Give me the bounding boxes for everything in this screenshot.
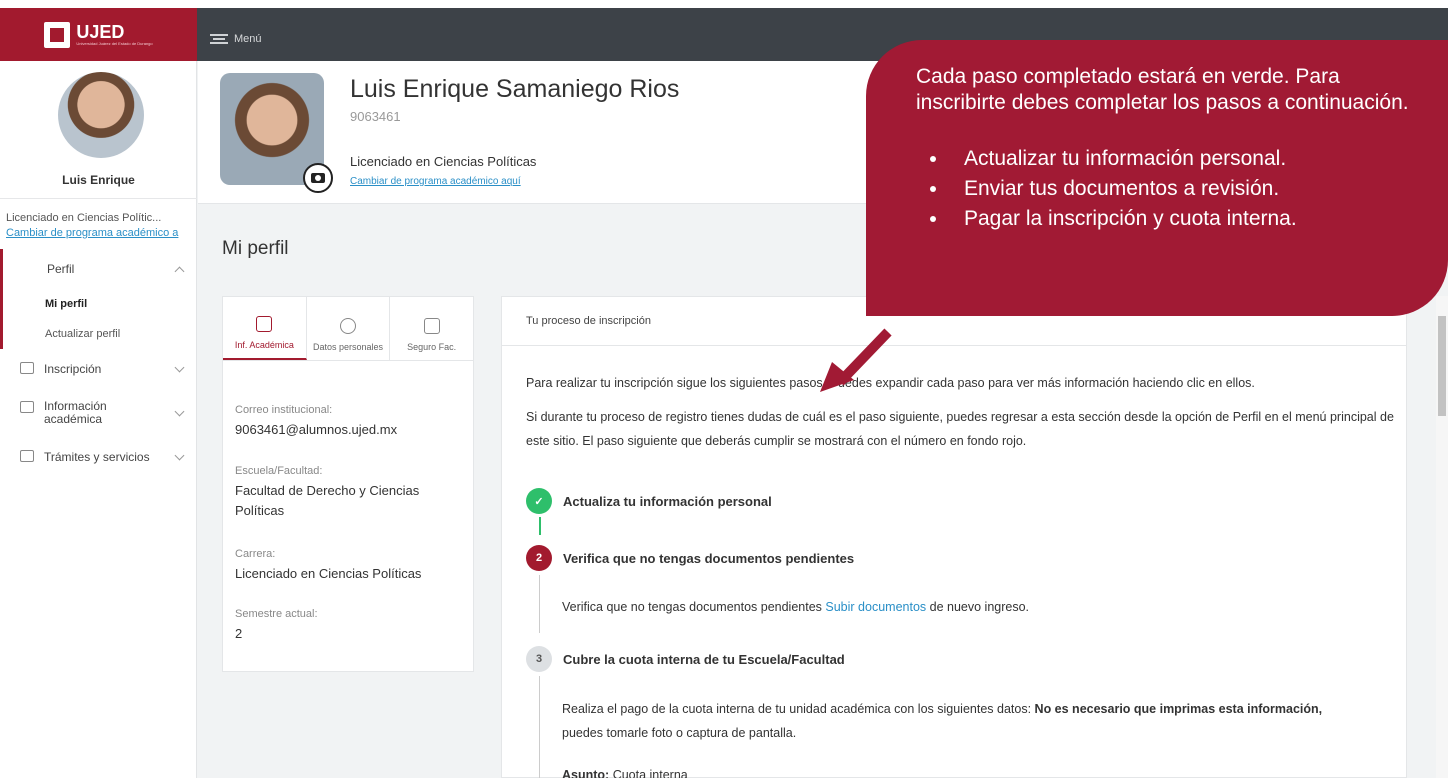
brand-name: UJED bbox=[76, 22, 125, 42]
step-connector bbox=[539, 676, 540, 778]
step-2-detail: Verifica que no tengas documentos pendie… bbox=[562, 595, 1362, 619]
page-title: Mi perfil bbox=[222, 238, 289, 259]
camera-icon bbox=[311, 173, 325, 183]
enrollment-process-card: Tu proceso de inscripción Para realizar … bbox=[501, 296, 1407, 778]
sidebar-item-mi-perfil[interactable]: Mi perfil bbox=[3, 289, 197, 319]
sidebar-item-inscripcion[interactable]: Inscripción bbox=[0, 349, 197, 389]
callout-item: Actualizar tu información personal. bbox=[916, 144, 1418, 174]
field-semestre: Semestre actual: 2 bbox=[235, 608, 465, 644]
sidebar-avatar bbox=[58, 72, 144, 158]
step-1[interactable]: ✓ Actualiza tu información personal bbox=[526, 488, 772, 514]
step-3-detail: Realiza el pago de la cuota interna de t… bbox=[562, 697, 1362, 745]
field-value: Facultad de Derecho y Ciencias Políticas bbox=[235, 483, 420, 518]
calendar-icon bbox=[423, 318, 440, 334]
field-carrera: Carrera: Licenciado en Ciencias Política… bbox=[235, 548, 465, 584]
callout-box: Cada paso completado estará en verde. Pa… bbox=[866, 40, 1448, 316]
tab-label: Seguro Fac. bbox=[407, 342, 457, 352]
upload-documents-link[interactable]: Subir documentos bbox=[825, 600, 926, 614]
check-icon: ✓ bbox=[526, 488, 552, 514]
divider bbox=[0, 198, 197, 199]
step-number: 2 bbox=[526, 545, 552, 571]
intro-paragraph: Para realizar tu inscripción sigue los s… bbox=[526, 376, 1255, 390]
step-text: Verifica que no tengas documentos pendie… bbox=[562, 600, 822, 614]
profile-program: Licenciado en Ciencias Políticas bbox=[350, 154, 537, 169]
callout-item: Pagar la inscripción y cuota interna. bbox=[916, 204, 1418, 234]
step-2[interactable]: 2 Verifica que no tengas documentos pend… bbox=[526, 545, 854, 571]
chevron-down-icon bbox=[174, 406, 185, 417]
sidebar-item-tramites[interactable]: Trámites y servicios bbox=[0, 437, 197, 477]
sidebar-change-program-link[interactable]: Cambiar de programa académico a bbox=[6, 227, 192, 239]
callout-item: Enviar tus documentos a revisión. bbox=[916, 174, 1418, 204]
step-note: No es necesario que imprimas esta inform… bbox=[1034, 702, 1323, 716]
brand-subtitle: Universidad Juárez del Estado de Durango bbox=[76, 41, 153, 46]
edit-document-icon bbox=[20, 362, 34, 374]
sidebar-item-label: Inscripción bbox=[44, 362, 102, 376]
tab-seguro-fac[interactable]: Seguro Fac. bbox=[390, 297, 473, 360]
browser-icon bbox=[20, 450, 34, 462]
pointer-arrow-icon bbox=[820, 328, 892, 392]
top-strip bbox=[0, 0, 1448, 8]
change-photo-button[interactable] bbox=[303, 163, 333, 193]
asunto-row: Asunto: Cuota interna bbox=[562, 763, 1362, 778]
menu-icon bbox=[210, 34, 228, 44]
user-icon bbox=[340, 318, 356, 334]
step-title: Actualiza tu información personal bbox=[563, 493, 772, 509]
info-tabs: Inf. Académica Datos personales Seguro F… bbox=[223, 297, 473, 361]
step-title: Cubre la cuota interna de tu Escuela/Fac… bbox=[563, 651, 845, 667]
sidebar-program: Licenciado en Ciencias Polític... bbox=[6, 212, 162, 224]
nav-perfil-group: Perfil Mi perfil Actualizar perfil bbox=[0, 249, 197, 349]
field-label: Correo institucional: bbox=[235, 404, 333, 416]
academic-icon bbox=[256, 316, 273, 332]
intro-paragraph: Si durante tu proceso de registro tienes… bbox=[526, 410, 1394, 448]
tab-inf-academica[interactable]: Inf. Académica bbox=[223, 297, 307, 360]
profile-name: Luis Enrique Samaniego Rios bbox=[350, 75, 680, 103]
step-3[interactable]: 3 Cubre la cuota interna de tu Escuela/F… bbox=[526, 646, 845, 672]
sidebar-item-label: Trámites y servicios bbox=[44, 450, 150, 464]
process-intro: Para realizar tu inscripción sigue los s… bbox=[526, 371, 1396, 463]
asunto-value: Cuota interna bbox=[612, 768, 688, 778]
scroll-thumb[interactable] bbox=[1438, 316, 1446, 416]
field-label: Carrera: bbox=[235, 548, 276, 560]
field-value: 2 bbox=[235, 626, 243, 641]
field-value: Licenciado en Ciencias Políticas bbox=[235, 566, 422, 581]
sidebar-item-informacion-academica[interactable]: Información académica bbox=[0, 389, 197, 437]
change-program-link[interactable]: Cambiar de programa académico aquí bbox=[350, 176, 521, 187]
menu-button[interactable]: Menú bbox=[210, 33, 262, 45]
book-icon bbox=[20, 401, 34, 413]
field-correo: Correo institucional: 9063461@alumnos.uj… bbox=[235, 404, 465, 440]
step-number: 3 bbox=[526, 646, 552, 672]
field-label: Semestre actual: bbox=[235, 608, 318, 620]
field-escuela: Escuela/Facultad: Facultad de Derecho y … bbox=[235, 465, 465, 521]
sidebar: Luis Enrique Licenciado en Ciencias Polí… bbox=[0, 61, 197, 778]
brand-logo[interactable]: UJED Universidad Juárez del Estado de Du… bbox=[0, 8, 197, 61]
step-connector bbox=[539, 575, 540, 633]
sidebar-item-actualizar-perfil[interactable]: Actualizar perfil bbox=[3, 319, 197, 349]
field-label: Escuela/Facultad: bbox=[235, 465, 323, 477]
sidebar-item-perfil[interactable]: Perfil bbox=[3, 249, 197, 289]
step-text: puedes tomarle foto o captura de pantall… bbox=[562, 726, 797, 740]
scrollbar[interactable] bbox=[1436, 296, 1448, 778]
chevron-up-icon bbox=[174, 266, 185, 277]
callout-title: Cada paso completado estará en verde. Pa… bbox=[916, 65, 1409, 114]
sidebar-nav: Perfil Mi perfil Actualizar perfil Inscr… bbox=[0, 249, 197, 477]
step-connector bbox=[539, 517, 541, 535]
menu-label: Menú bbox=[234, 33, 262, 45]
step-text: Realiza el pago de la cuota interna de t… bbox=[562, 702, 1032, 716]
profile-id: 9063461 bbox=[350, 109, 401, 124]
step-text: de nuevo ingreso. bbox=[929, 600, 1030, 614]
tab-datos-personales[interactable]: Datos personales bbox=[307, 297, 391, 360]
tab-label: Datos personales bbox=[312, 342, 384, 352]
tab-label: Inf. Académica bbox=[234, 340, 294, 350]
academic-info-card: Inf. Académica Datos personales Seguro F… bbox=[222, 296, 474, 672]
chevron-down-icon bbox=[174, 362, 185, 373]
asunto-label: Asunto: bbox=[562, 768, 610, 778]
step-title: Verifica que no tengas documentos pendie… bbox=[563, 550, 855, 566]
sidebar-item-label: Perfil bbox=[47, 262, 75, 276]
chevron-down-icon bbox=[174, 450, 185, 461]
field-value: 9063461@alumnos.ujed.mx bbox=[235, 422, 398, 437]
ujed-logo-icon bbox=[44, 21, 71, 48]
sidebar-user-name: Luis Enrique bbox=[62, 173, 135, 187]
callout-list: Actualizar tu información personal. Envi… bbox=[916, 144, 1418, 234]
sidebar-item-label: Información académica bbox=[44, 399, 107, 426]
